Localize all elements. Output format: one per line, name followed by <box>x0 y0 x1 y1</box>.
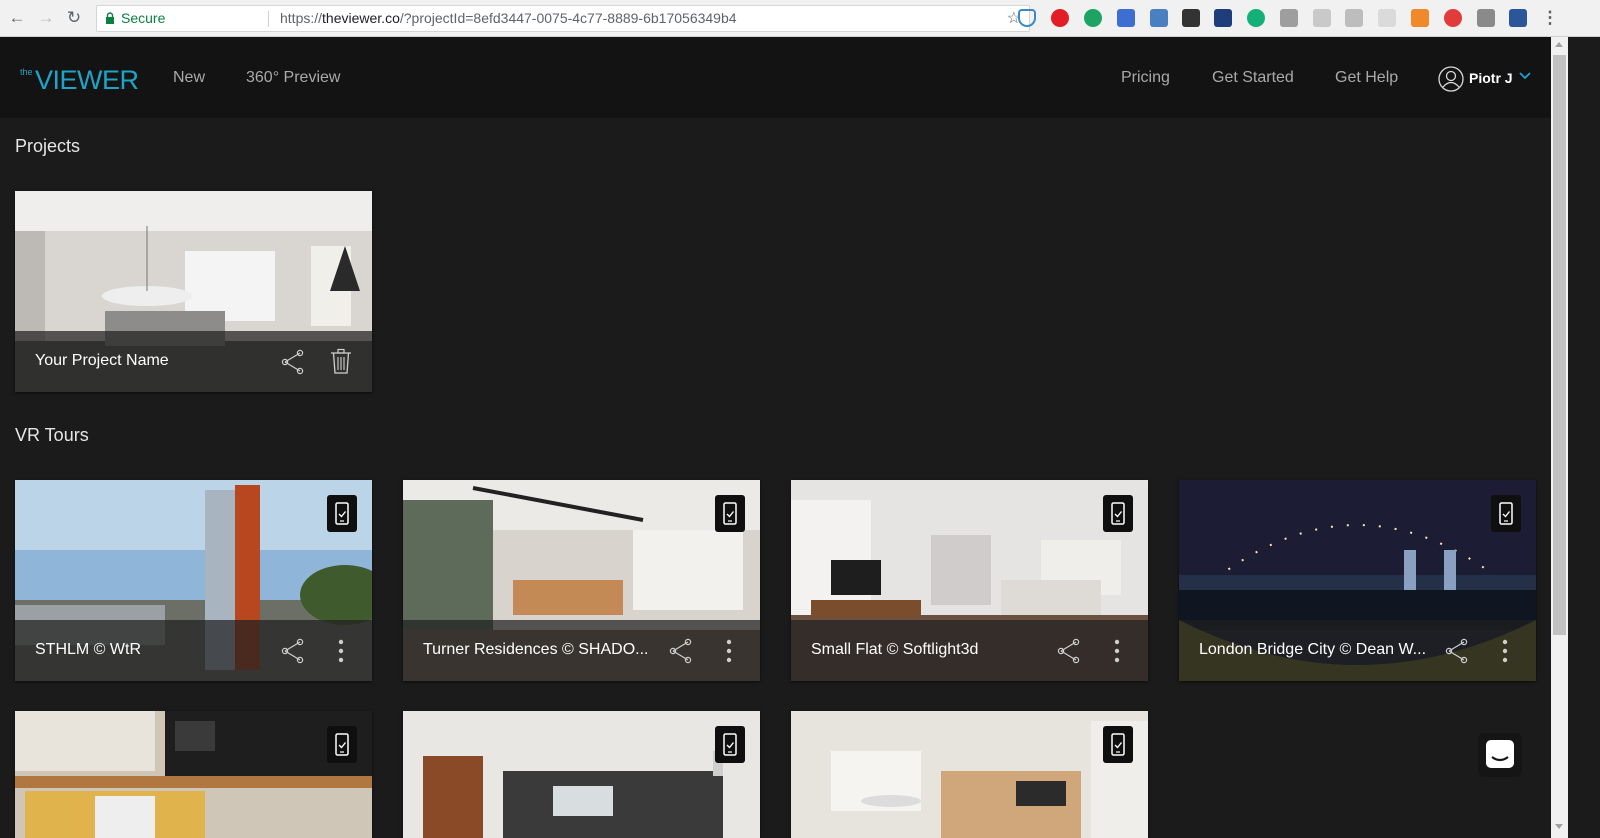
word-extension-icon[interactable] <box>1509 9 1527 27</box>
chat-launcher[interactable] <box>1478 733 1522 777</box>
url-separator <box>268 11 269 27</box>
nav-new[interactable]: New <box>173 69 205 87</box>
nav-pricing[interactable]: Pricing <box>1121 69 1170 87</box>
mobile-vr-icon <box>723 502 737 525</box>
url-text: https://theviewer.co/?projectId=8efd3447… <box>280 6 737 31</box>
tour-thumbnail <box>403 711 760 838</box>
url-rest: /?projectId=8efd3447-0075-4c77-8889-6b17… <box>399 10 737 26</box>
calendar-extension-icon[interactable] <box>1117 9 1135 27</box>
tour-title: STHLM © WtR <box>35 641 142 658</box>
scroll-up-arrow[interactable] <box>1555 42 1563 47</box>
mobile-vr-icon <box>1111 733 1125 756</box>
news-extension-icon[interactable] <box>1214 9 1232 27</box>
mobile-vr-badge <box>1103 726 1133 763</box>
mobile-vr-badge <box>715 726 745 763</box>
forward-icon[interactable]: → <box>36 8 56 28</box>
reader-extension-icon[interactable] <box>1378 9 1396 27</box>
vr-tour-card[interactable]: STHLM © WtR <box>15 480 372 681</box>
project-card[interactable]: Your Project Name <box>15 191 372 392</box>
mobile-vr-icon <box>335 733 349 756</box>
chat-icon <box>1486 740 1514 768</box>
project-title: Your Project Name <box>35 352 169 369</box>
nav-get-help[interactable]: Get Help <box>1335 69 1398 87</box>
mobile-vr-badge <box>327 726 357 763</box>
mobile-vr-icon <box>723 733 737 756</box>
url-prefix: https:// <box>280 10 323 26</box>
mobile-vr-badge <box>327 495 357 532</box>
more-icon[interactable] <box>1110 638 1124 664</box>
chat-extension-icon[interactable] <box>1084 9 1102 27</box>
reload-icon[interactable]: ↻ <box>64 8 84 28</box>
trash-icon[interactable] <box>329 348 353 374</box>
share-icon[interactable] <box>668 638 694 664</box>
window-extension-icon[interactable] <box>1477 9 1495 27</box>
more-icon[interactable] <box>1498 638 1512 664</box>
share-icon[interactable] <box>1444 638 1470 664</box>
user-name: Piotr J <box>1469 70 1513 86</box>
projects-heading: Projects <box>15 136 81 156</box>
secure-label: Secure <box>121 10 166 26</box>
vr-tour-card[interactable]: Turner Residences © SHADO... <box>403 480 760 681</box>
back-icon[interactable]: ← <box>7 8 27 28</box>
camera-extension-icon[interactable] <box>1280 9 1298 27</box>
vr-tour-card[interactable] <box>791 711 1148 838</box>
more-icon[interactable] <box>334 638 348 664</box>
page-scrollbar[interactable] <box>1551 37 1568 838</box>
vr-tour-card[interactable]: Small Flat © Softlight3d <box>791 480 1148 681</box>
browser-toolbar: ← → ↻ Secure https://theviewer.co/?proje… <box>0 0 1600 37</box>
tour-title: London Bridge City © Dean W... <box>1199 641 1427 658</box>
vr-tour-card[interactable]: London Bridge City © Dean W... <box>1179 480 1536 681</box>
share-icon[interactable] <box>280 349 306 375</box>
location-extension-icon[interactable] <box>1182 9 1200 27</box>
drive-extension-icon[interactable] <box>1313 9 1331 27</box>
logo-small-text: the <box>20 67 33 77</box>
mobile-vr-badge <box>1103 495 1133 532</box>
scrollbar-thumb[interactable] <box>1553 55 1566 635</box>
logo-main-text: VIEWER <box>35 65 139 95</box>
browser-menu-icon[interactable]: ⋮ <box>1540 8 1560 28</box>
pocket-extension-icon[interactable] <box>1345 9 1363 27</box>
mobile-vr-icon <box>1111 502 1125 525</box>
shield-extension-icon[interactable] <box>1018 9 1036 27</box>
bug-extension-icon[interactable] <box>1444 9 1462 27</box>
nav-get-started[interactable]: Get Started <box>1212 69 1294 87</box>
more-icon[interactable] <box>722 638 736 664</box>
mobile-vr-badge <box>1491 495 1521 532</box>
app-header: the VIEWER New 360° Preview Pricing Get … <box>0 37 1551 118</box>
lock-icon <box>106 12 114 24</box>
mobile-vr-icon <box>1499 502 1513 525</box>
vr-tours-heading: VR Tours <box>15 425 89 445</box>
url-host: theviewer.co <box>322 10 400 26</box>
share-icon[interactable] <box>1056 638 1082 664</box>
tools-extension-icon[interactable] <box>1411 9 1429 27</box>
tour-thumbnail <box>791 711 1148 838</box>
code-extension-icon[interactable] <box>1150 9 1168 27</box>
vr-tour-card[interactable] <box>403 711 760 838</box>
share-icon[interactable] <box>280 638 306 664</box>
vr-tour-card[interactable] <box>15 711 372 838</box>
address-bar[interactable]: Secure https://theviewer.co/?projectId=8… <box>96 5 1030 32</box>
chevron-down-icon <box>1519 72 1531 80</box>
adobe-extension-icon[interactable] <box>1051 9 1069 27</box>
mobile-vr-icon <box>335 502 349 525</box>
user-icon <box>1438 66 1464 92</box>
nav-360-preview[interactable]: 360° Preview <box>246 69 340 87</box>
tour-title: Turner Residences © SHADO... <box>423 641 649 658</box>
scroll-down-arrow[interactable] <box>1555 824 1563 829</box>
mobile-vr-badge <box>715 495 745 532</box>
tour-title: Small Flat © Softlight3d <box>811 641 979 658</box>
grammarly-extension-icon[interactable] <box>1247 9 1265 27</box>
tour-thumbnail <box>15 711 372 838</box>
